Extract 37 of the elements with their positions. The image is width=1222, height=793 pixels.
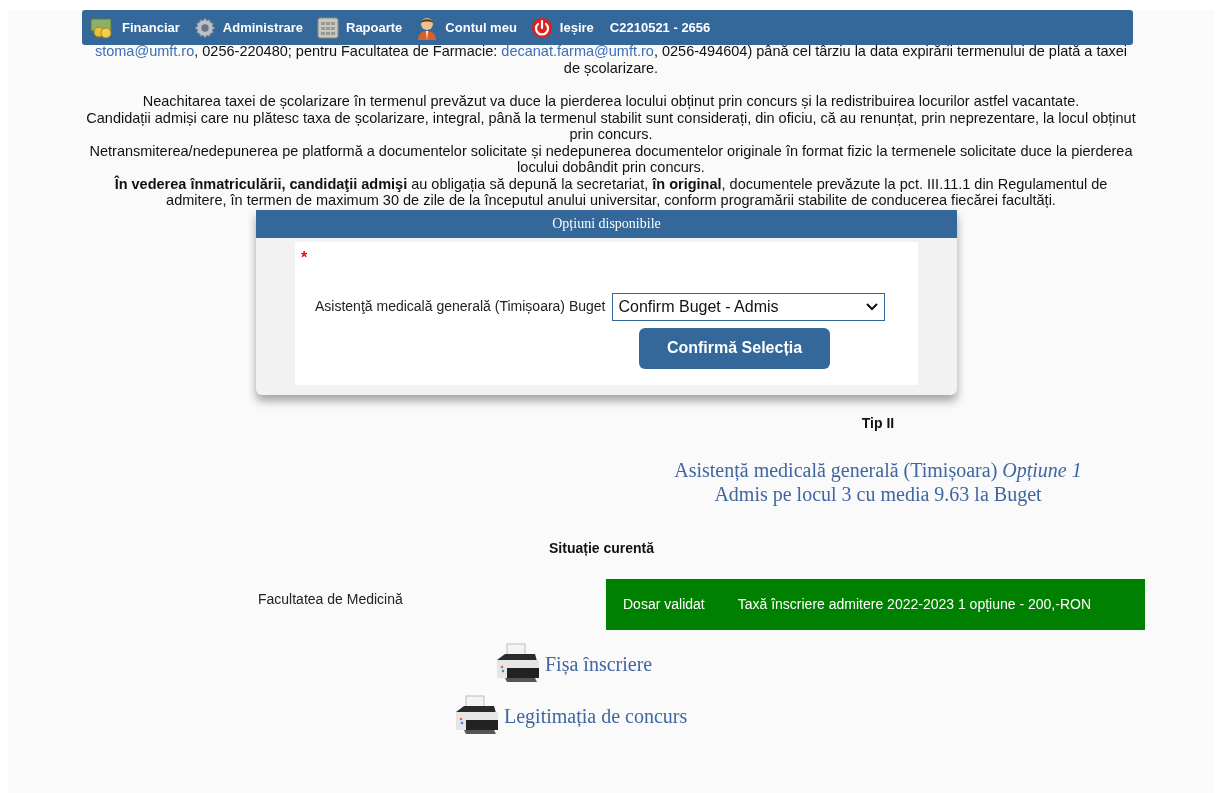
print-link[interactable]: Legitimația de concurs (452, 693, 688, 738)
nav-menu-item[interactable]: Financiar (89, 16, 180, 39)
email-link[interactable]: decanat.farma@umft.ro (501, 43, 654, 59)
required-mark: * (301, 247, 308, 268)
notice-paragraph: Neachitarea taxei de școlarizare în termenul prevăzut va duce la pierderea locului obținut prin concurs și la redistribuirea locurilor astfel vacantate. (141, 93, 1081, 110)
nav-menu-item[interactable]: Contul meu (416, 15, 517, 40)
power-icon (530, 16, 553, 39)
nav-menu-label: Rapoarte (346, 18, 403, 37)
nav-menu-label: Ieșire (559, 18, 594, 37)
faculty-name: Facultatea de Medicină (258, 589, 404, 609)
user-code: C2210521 - 2656 (609, 18, 711, 37)
result-detail: Admis pe locul 3 cu media 9.63 la Buget (713, 482, 1043, 506)
notice-paragraph: Netransmiterea/nedepunerea pe platformă a documentelor solicitate și nedepunerea documentelor originale în format fizic la termenele solicitate duce la pierderea locului dobândit prin concurs. (88, 142, 1134, 175)
panel-title: Opțiuni disponibile (256, 209, 957, 238)
intro-paragraph: stoma@umft.ro, 0256-220480; pentru Facultatea de Farmacie: decanat.farma@umft.ro, 0256-494604) până cel târziu la data expirării termenului de plată a taxei de școlarizare. (93, 43, 1129, 76)
nav-menu-label: Contul meu (445, 18, 517, 37)
notice-paragraph: Candidații admiși care nu plătesc taxa de școlarizare, integral, până la termenul stabilit sunt considerați, din oficiu, că au renunțat, prin neprezentare, la locul obținut prin concurs. (86, 109, 1136, 143)
money-icon (89, 16, 115, 39)
calculator-icon (317, 16, 339, 39)
result-title: Asistență medicală generală (Timișoara) Opțiune 1 (673, 457, 1083, 482)
chevron-down-icon (865, 302, 878, 311)
option-select[interactable]: Confirm Buget - Admis (611, 292, 885, 321)
type-label: Tip II (861, 413, 895, 433)
option-label: Asistenţă medicală generală (Timișoara) Buget (315, 297, 606, 316)
nav-menu-item[interactable]: Ieșire (530, 16, 594, 39)
status-heading: Situație curentă (549, 539, 655, 556)
notice-paragraph: În vederea înmatriculării, candidaţii admişi au obligația să depună la secretariat, în original, documentele prevăzute la pct. III.11.1 din Regulamentul de admitere, în termen de maximum 30 de zile de la începutul anului universitar, conform programării stabilite de conducerea fiecărei facultăți. (113, 175, 1109, 209)
status-text: Dosar validat (623, 594, 705, 614)
nav-menu-label: Financiar (122, 18, 180, 37)
nav-menu-item[interactable]: Rapoarte (317, 16, 403, 39)
nav-menu-label: Administrare (222, 18, 303, 37)
confirm-button[interactable]: Confirmă Selecția (639, 327, 830, 369)
nav-menu-item[interactable]: Administrare (193, 16, 303, 39)
print-link[interactable]: Fișa înscriere (493, 641, 653, 686)
gear-icon (193, 16, 216, 39)
user-icon (416, 15, 439, 40)
status-text: Taxă înscriere admitere 2022-2023 1 opțiune - 200,-RON (737, 594, 1091, 614)
